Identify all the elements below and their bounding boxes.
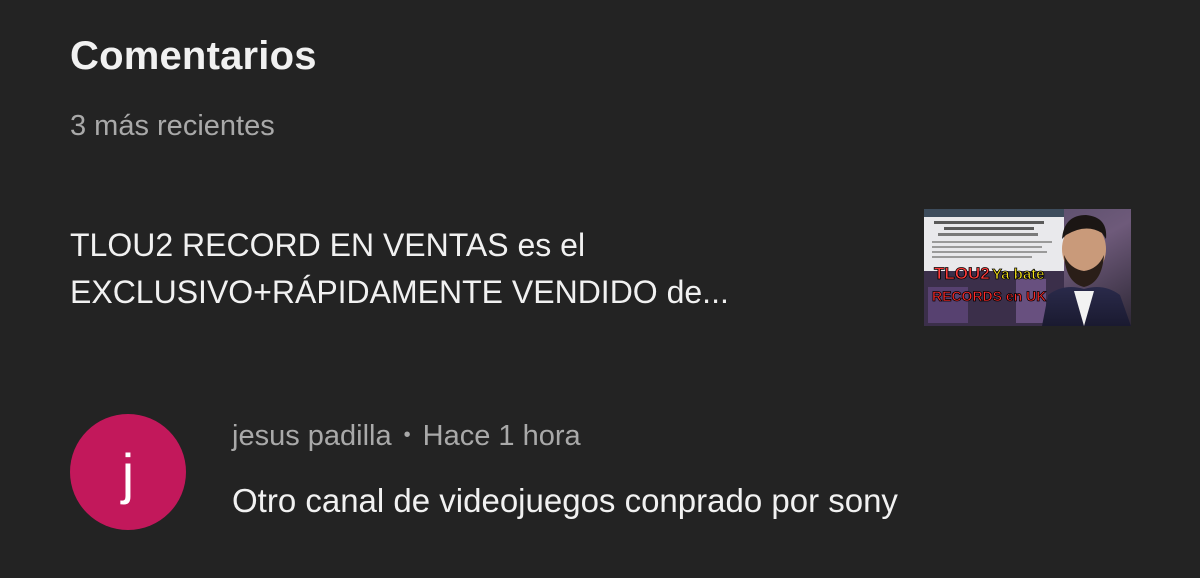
comment-author[interactable]: jesus padilla bbox=[232, 420, 392, 452]
video-title[interactable]: TLOU2 RECORD EN VENTAS es el EXCLUSIVO+R… bbox=[70, 222, 870, 316]
thumbnail-text-yabate: Ya bate bbox=[992, 266, 1045, 283]
thumbnail-text-tlou2: TLOU2 bbox=[934, 264, 990, 283]
comment-time: Hace 1 hora bbox=[422, 420, 581, 452]
video-item[interactable]: TLOU2 RECORD EN VENTAS es el EXCLUSIVO+R… bbox=[70, 208, 1132, 328]
comment-meta: jesus padilla • Hace 1 hora bbox=[232, 420, 581, 453]
thumbnail-text-records: RECORDS en UK bbox=[932, 288, 1046, 304]
thumbnail-image: TLOU2 Ya bate RECORDS en UK bbox=[924, 209, 1131, 326]
avatar-letter: j bbox=[121, 442, 135, 505]
video-title-line-1: TLOU2 RECORD EN VENTAS es el bbox=[70, 227, 586, 263]
avatar[interactable]: j bbox=[70, 414, 186, 530]
section-subtitle: 3 más recientes bbox=[70, 110, 275, 142]
comment-text: Otro canal de videojuegos conprado por s… bbox=[232, 482, 898, 519]
meta-separator: • bbox=[403, 424, 411, 446]
video-title-line-2: EXCLUSIVO+RÁPIDAMENTE VENDIDO de... bbox=[70, 274, 729, 310]
comment-item: j jesus padilla • Hace 1 hora Otro canal d… bbox=[70, 412, 1132, 532]
video-thumbnail[interactable]: TLOU2 Ya bate RECORDS en UK bbox=[924, 209, 1131, 326]
section-title: Comentarios bbox=[70, 34, 317, 78]
